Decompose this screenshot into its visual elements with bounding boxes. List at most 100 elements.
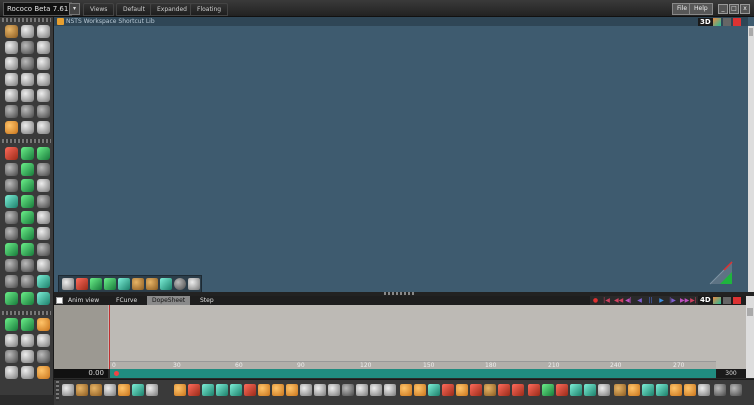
rewind-button[interactable]: ◀◀ [614, 297, 623, 304]
knot-icon[interactable] [5, 259, 18, 272]
torus-icon[interactable] [37, 179, 50, 192]
next-key-button[interactable]: |▶ [669, 297, 676, 304]
table-icon[interactable] [484, 384, 496, 396]
tire-icon[interactable] [174, 278, 186, 290]
slice-icon[interactable] [5, 105, 18, 118]
minimize-button[interactable]: _ [718, 4, 728, 14]
help-button[interactable]: Help [689, 3, 713, 15]
anim-panel-icon[interactable] [56, 297, 63, 304]
brick-icon[interactable] [670, 384, 682, 396]
time-range-bar[interactable] [110, 369, 716, 378]
prism-icon[interactable] [21, 211, 34, 224]
stairs-icon[interactable] [21, 227, 34, 240]
arch-icon[interactable] [470, 384, 482, 396]
wrench-icon[interactable] [21, 121, 34, 134]
tab-views[interactable]: Views [83, 3, 115, 16]
green-cube-icon[interactable] [21, 147, 34, 160]
pause-button[interactable]: || [647, 297, 654, 304]
paint-icon[interactable] [456, 384, 468, 396]
brush-icon[interactable] [21, 41, 34, 54]
capsule-icon[interactable] [5, 211, 18, 224]
anim-scroll-thumb[interactable] [747, 308, 753, 316]
play-button[interactable]: ▶ [658, 297, 665, 304]
tab-expanded[interactable]: Expanded [150, 3, 194, 16]
plane-icon[interactable] [37, 147, 50, 160]
fast-forward-button[interactable]: ▶▶ [680, 297, 689, 304]
lathe-icon[interactable] [37, 89, 50, 102]
grid-icon[interactable] [146, 278, 158, 290]
go-start-button[interactable]: |◀ [603, 297, 610, 304]
extrude-icon[interactable] [21, 89, 34, 102]
settings-icon[interactable] [730, 384, 742, 396]
tweak-icon[interactable] [37, 121, 50, 134]
axis-z-icon[interactable] [244, 384, 256, 396]
cube-icon[interactable] [570, 384, 582, 396]
cone-icon[interactable] [5, 179, 18, 192]
close-button[interactable]: x [740, 4, 750, 14]
toolbar-grip[interactable] [2, 311, 51, 315]
prev-key-button[interactable]: ◀| [625, 297, 632, 304]
viewport-menu-icon[interactable] [57, 18, 64, 25]
move-x-icon[interactable] [174, 384, 186, 396]
anim-option-icon[interactable] [723, 297, 731, 304]
splitter-grip[interactable] [384, 292, 414, 295]
viewport-scrollbar[interactable] [748, 26, 754, 292]
loop-icon[interactable] [342, 384, 354, 396]
pipe-icon[interactable] [37, 243, 50, 256]
smooth-icon[interactable] [5, 73, 18, 86]
bevel-icon[interactable] [5, 89, 18, 102]
unlink-icon[interactable] [314, 384, 326, 396]
toolbar-grip[interactable] [2, 139, 51, 143]
bone-icon[interactable] [37, 366, 50, 379]
time-start-marker[interactable] [114, 371, 119, 376]
cursor-icon[interactable] [62, 278, 74, 290]
bend-icon[interactable] [37, 57, 50, 70]
teapot-icon[interactable] [37, 259, 50, 272]
go-end-button[interactable]: ▶| [690, 297, 697, 304]
weld-icon[interactable] [328, 384, 340, 396]
terrain-icon[interactable] [21, 243, 34, 256]
split-icon[interactable] [21, 105, 34, 118]
group-icon[interactable] [5, 366, 18, 379]
scale-icon[interactable] [5, 41, 18, 54]
rotate-y-icon[interactable] [216, 384, 228, 396]
frame-icon[interactable] [104, 384, 116, 396]
water-icon[interactable] [656, 384, 668, 396]
camera-icon[interactable] [37, 195, 50, 208]
geosphere-icon[interactable] [5, 227, 18, 240]
wand-icon[interactable] [188, 278, 200, 290]
viewport-option-icon[interactable] [723, 18, 731, 26]
pin-icon[interactable] [37, 41, 50, 54]
viewport-3d-badge[interactable]: 3D [698, 18, 713, 26]
rotate-icon[interactable] [37, 25, 50, 38]
anim-close-icon[interactable] [733, 297, 741, 304]
transform-icon[interactable] [118, 384, 130, 396]
paint-icon[interactable] [76, 278, 88, 290]
maximize-button[interactable]: □ [729, 4, 739, 14]
magnet-icon[interactable] [132, 384, 144, 396]
tube-icon[interactable] [37, 211, 50, 224]
tab-default[interactable]: Default [116, 3, 152, 16]
layer-icon[interactable] [5, 318, 18, 331]
box-icon[interactable] [21, 179, 34, 192]
move-y-icon[interactable] [188, 384, 200, 396]
wand-icon[interactable] [76, 384, 88, 396]
box-icon[interactable] [132, 278, 144, 290]
move-icon[interactable] [21, 25, 34, 38]
toolbar-grip[interactable] [56, 381, 59, 401]
green-box-icon[interactable] [542, 384, 554, 396]
viewport-3d[interactable] [54, 17, 754, 292]
globe-icon[interactable] [37, 275, 50, 288]
bucket-icon[interactable] [512, 384, 524, 396]
light-icon[interactable] [5, 195, 18, 208]
join-icon[interactable] [37, 105, 50, 118]
cube-icon[interactable] [21, 163, 34, 176]
texture-icon[interactable] [37, 334, 50, 347]
hide-icon[interactable] [37, 350, 50, 363]
app-dropdown-button[interactable]: ▾ [69, 3, 80, 15]
delete-icon[interactable] [5, 147, 18, 160]
hand-icon[interactable] [400, 384, 412, 396]
ungroup-icon[interactable] [21, 366, 34, 379]
select-icon[interactable] [5, 25, 18, 38]
globe-icon[interactable] [160, 278, 172, 290]
